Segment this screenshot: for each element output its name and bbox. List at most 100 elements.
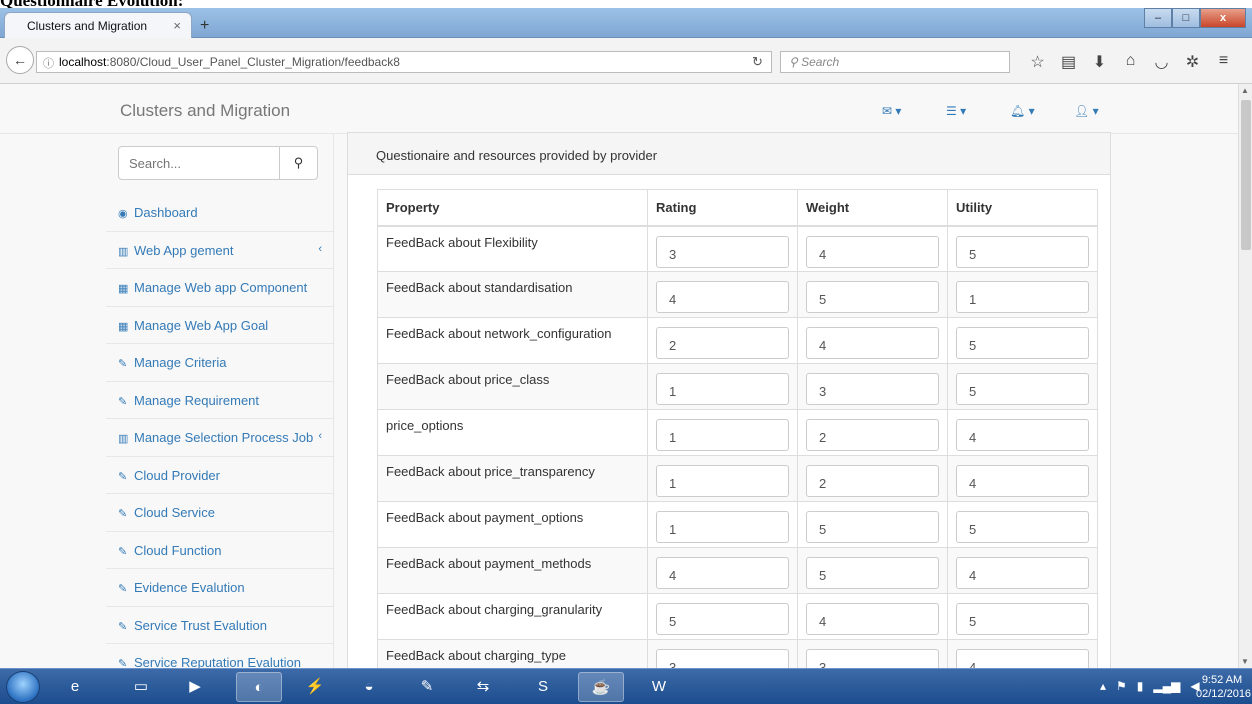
scroll-thumb[interactable] [1241,100,1251,250]
back-button[interactable]: ← [6,46,34,74]
sidebar-item[interactable]: ✎ Cloud Provider [106,457,334,494]
weight-input[interactable]: 5 [806,511,939,543]
download-icon[interactable]: ⬇ [1084,52,1115,72]
rating-input[interactable]: 3 [656,235,789,268]
rating-input[interactable]: 3 [656,649,789,668]
panel-heading: Questionaire and resources provided by p… [348,133,1110,175]
tray-arrow-icon[interactable]: ▴ [1100,679,1106,693]
rating-input[interactable]: 1 [656,419,789,451]
signal-icon[interactable]: ▂▄▆ [1153,679,1180,693]
teamviewer-icon[interactable]: ⇆ [460,672,506,702]
sidebar-item[interactable]: ◉ Dashboard [106,194,334,232]
info-icon[interactable]: ⓘ [43,55,54,71]
network-icon[interactable]: ▮ [1137,679,1144,693]
utility-input[interactable]: 1 [956,281,1089,313]
bookmarks-icon[interactable]: ▤ [1053,52,1084,72]
weight-input[interactable]: 2 [806,419,939,451]
extension-icon[interactable]: ✲ [1177,52,1208,72]
utility-input[interactable]: 5 [956,603,1089,635]
bell-icon[interactable]: 🔔︎ ▾ [1010,104,1074,118]
sidebar-item[interactable]: ✎ Evidence Evalution [106,569,334,607]
weight-input[interactable]: 4 [806,235,939,268]
sidebar-item[interactable]: ✎ Service Reputation Evalution [106,644,334,668]
rating-input[interactable]: 4 [656,281,789,313]
close-window-button[interactable]: x [1200,8,1246,28]
tasks-icon[interactable]: ☰ ▾ [946,104,1010,118]
media-icon[interactable]: ▶ [172,672,218,702]
start-button[interactable] [6,671,40,703]
utility-input[interactable]: 4 [956,419,1089,451]
utility-input[interactable]: 5 [956,327,1089,359]
scroll-down-icon[interactable]: ▼ [1241,657,1249,666]
sidebar-item-label: Cloud Service [134,505,215,520]
chevron-left-icon[interactable]: ‹ [318,430,322,442]
scroll-up-icon[interactable]: ▲ [1241,86,1249,95]
notepad-icon[interactable]: ✎ [404,672,450,702]
star-icon[interactable]: ☆ [1022,52,1053,72]
maximize-button[interactable]: □ [1172,8,1200,28]
utility-input[interactable]: 5 [956,235,1089,268]
ie-icon[interactable]: e [52,672,98,702]
pocket-icon[interactable]: ◡ [1146,52,1177,72]
rating-input[interactable]: 4 [656,557,789,589]
tab-title: Clusters and Migration [27,19,148,33]
envelope-icon[interactable]: ✉ ▾ [882,104,946,118]
explorer-icon[interactable]: ▭ [118,672,164,702]
reload-icon[interactable]: ↻ [752,54,763,70]
home-icon[interactable]: ⌂ [1115,52,1146,72]
sidebar-item[interactable]: ✎ Manage Criteria [106,344,334,382]
windows-taskbar: e ▭ ▶ ◐ ⚡ ◒ ✎ ⇆ S ☕ W ▴ ⚑ ▮ ▂▄▆ ◀ 9:52 AM 02/12/20… [0,668,1252,704]
rating-input[interactable]: 1 [656,465,789,497]
page-scrollbar[interactable]: ▲ ▼ [1238,84,1252,668]
utility-input[interactable]: 5 [956,511,1089,543]
weight-input[interactable]: 5 [806,281,939,313]
skype-icon[interactable]: S [520,672,566,702]
property-cell: FeedBack about charging_granularity [377,593,648,640]
browser-search-input[interactable]: ⚲ Search [780,51,1010,73]
sidebar-item[interactable]: ✎ Manage Requirement [106,382,334,419]
sidebar-item[interactable]: ✎ Cloud Function [106,532,334,569]
chevron-left-icon[interactable]: ‹ [318,243,322,255]
weight-input[interactable]: 4 [806,327,939,359]
rating-input[interactable]: 1 [656,373,789,405]
weight-input[interactable]: 3 [806,649,939,668]
weight-input[interactable]: 2 [806,465,939,497]
clock[interactable]: 9:52 AM 02/12/2016 [1196,673,1251,701]
flag-icon[interactable]: ⚑ [1116,679,1127,693]
rating-cell: 3 [647,225,798,272]
weight-input[interactable]: 5 [806,557,939,589]
firefox-icon[interactable]: ◐ [236,672,282,702]
rating-cell: 4 [647,547,798,594]
rating-input[interactable]: 1 [656,511,789,543]
app-icon[interactable]: ⚡ [292,672,338,702]
weight-cell: 2 [797,409,948,456]
word-icon[interactable]: W [636,672,682,702]
sidebar-item[interactable]: ▥ Web App gement ‹ [106,232,334,269]
sidebar-item[interactable]: ▥ Manage Selection Process Job ‹ [106,419,334,457]
minimize-button[interactable]: – [1144,8,1172,28]
sidebar-item[interactable]: ▦ Manage Web App Goal [106,307,334,344]
rating-input[interactable]: 2 [656,327,789,359]
sidebar-item[interactable]: ▦ Manage Web app Component [106,269,334,307]
weight-input[interactable]: 4 [806,603,939,635]
browser-tab[interactable]: Clusters and Migration × [4,12,192,38]
utility-input[interactable]: 4 [956,649,1089,668]
weight-input[interactable]: 3 [806,373,939,405]
sidebar-search-button[interactable]: ⚲ [279,147,317,179]
menu-icon[interactable]: ≡ [1208,52,1239,72]
new-tab-button[interactable]: + [200,17,209,35]
user-icon[interactable]: 👤︎ ▾ [1074,104,1138,118]
rating-input[interactable]: 5 [656,603,789,635]
utility-input[interactable]: 4 [956,557,1089,589]
tab-close-icon[interactable]: × [173,18,181,33]
sidebar-item[interactable]: ✎ Service Trust Evalution [106,607,334,644]
eclipse-icon[interactable]: ◒ [346,672,392,702]
utility-input[interactable]: 4 [956,465,1089,497]
rating-cell: 1 [647,409,798,456]
sidebar-search-input[interactable] [119,147,281,179]
sidebar-item[interactable]: ✎ Cloud Service [106,494,334,532]
address-bar[interactable]: ⓘ localhost:8080/Cloud_User_Panel_Cluste… [36,51,772,73]
app-brand[interactable]: Clusters and Migration [120,101,290,121]
utility-input[interactable]: 5 [956,373,1089,405]
javaee-icon[interactable]: ☕ [578,672,624,702]
